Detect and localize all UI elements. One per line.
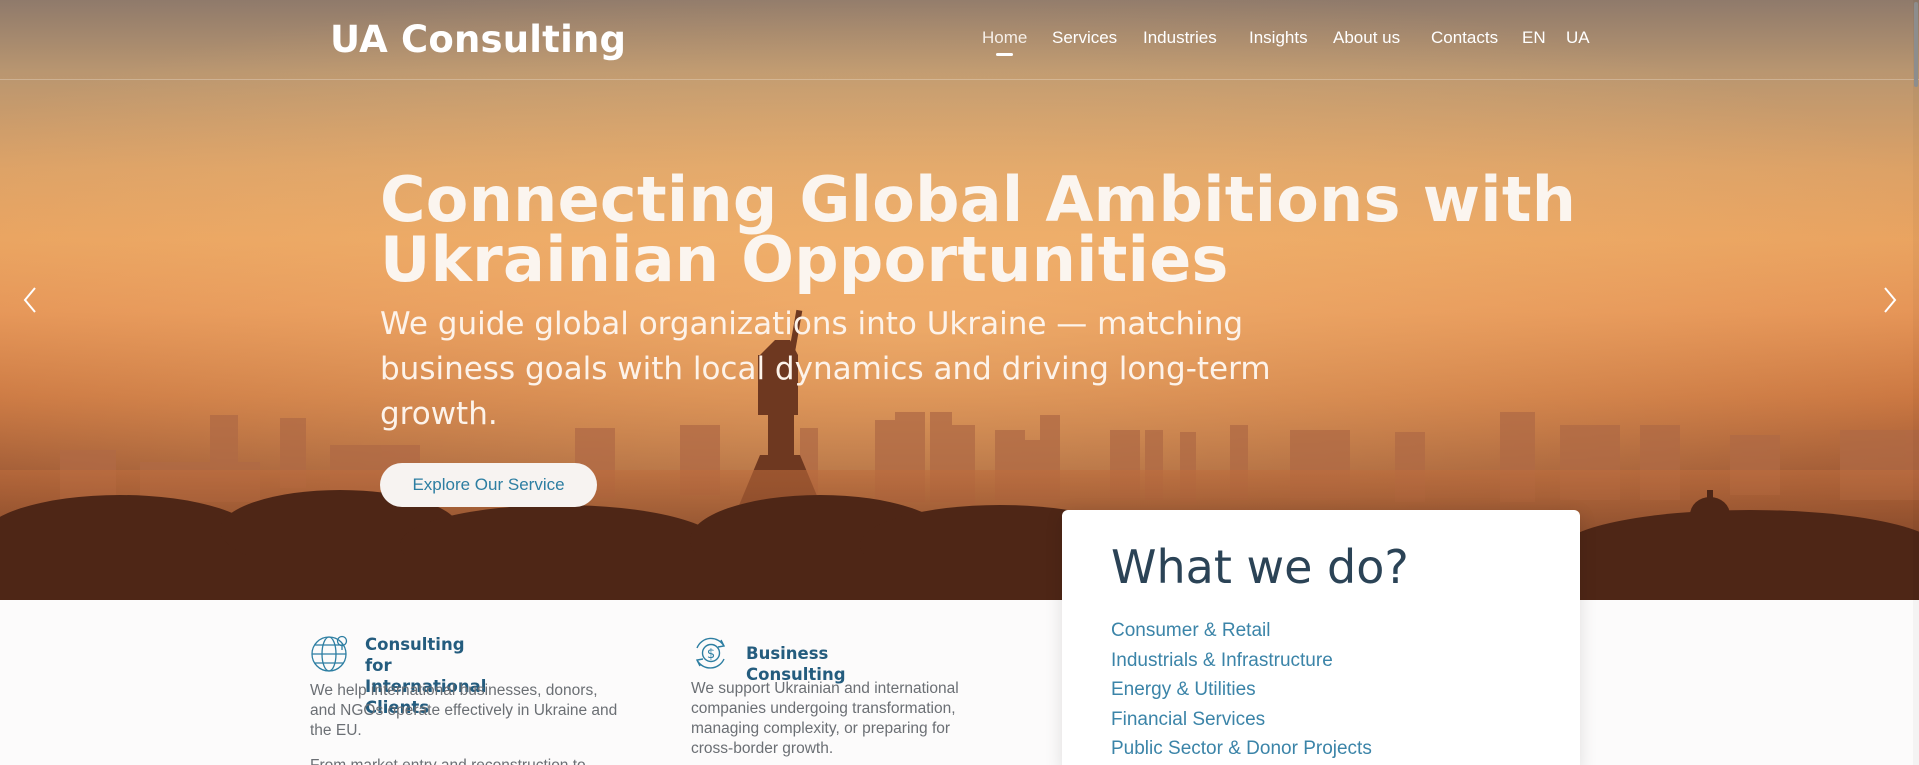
- nav-contacts[interactable]: Contacts: [1431, 28, 1498, 48]
- service-description-line: the EU.: [310, 722, 362, 739]
- globe-icon: [311, 635, 348, 672]
- main-nav: Home Services Industries Insights About …: [0, 28, 1919, 58]
- hero-subtitle-line: business goals with local dynamics and d…: [380, 351, 1271, 387]
- service-description: We help international businesses, donors…: [310, 681, 650, 741]
- nav-services[interactable]: Services: [1052, 28, 1117, 48]
- svg-text:$: $: [707, 647, 715, 662]
- service-description-line: companies undergoing transformation,: [691, 700, 956, 717]
- industry-link[interactable]: Financial Services: [1111, 705, 1372, 735]
- slider-prev-button[interactable]: [16, 285, 46, 315]
- hero-subtitle-line: We guide global organizations into Ukrai…: [380, 306, 1244, 342]
- top-navigation-bar: UA Consulting Home Services Industries I…: [0, 0, 1919, 80]
- industry-link[interactable]: Consumer & Retail: [1111, 616, 1372, 646]
- kyiv-skyline-image: [0, 0, 1919, 600]
- hero-title: Connecting Global Ambitions with Ukraini…: [380, 169, 1580, 291]
- service-more-text: From market entry and reconstruction to: [310, 756, 586, 765]
- hero-subtitle: We guide global organizations into Ukrai…: [380, 302, 1280, 437]
- what-we-do-panel: What we do? Consumer & Retail Industrial…: [1062, 510, 1580, 765]
- nav-about-us[interactable]: About us: [1333, 28, 1400, 48]
- chevron-left-icon: [23, 287, 36, 313]
- industry-link[interactable]: Public Sector & Donor Projects: [1111, 734, 1372, 764]
- nav-home[interactable]: Home: [982, 28, 1027, 56]
- explore-services-button[interactable]: Explore Our Service: [380, 463, 597, 507]
- scrollbar-thumb[interactable]: [1914, 2, 1918, 87]
- nav-insights[interactable]: Insights: [1249, 28, 1308, 48]
- industry-link[interactable]: Industrials & Infrastructure: [1111, 646, 1372, 676]
- service-description-line: cross-border growth.: [691, 740, 834, 757]
- hero-subtitle-line: growth.: [380, 396, 498, 432]
- chevron-right-icon: [1884, 287, 1897, 313]
- page-scrollbar[interactable]: [1913, 0, 1919, 765]
- what-we-do-heading: What we do?: [1111, 540, 1409, 594]
- nav-industries[interactable]: Industries: [1143, 28, 1217, 48]
- dollar-cycle-icon: $: [695, 637, 726, 669]
- slider-next-button[interactable]: [1874, 285, 1904, 315]
- service-description-line: We support Ukrainian and international: [691, 680, 959, 697]
- industry-link[interactable]: Energy & Utilities: [1111, 675, 1372, 705]
- hero-title-line: Ukrainian Opportunities: [380, 223, 1229, 296]
- service-description-line: managing complexity, or preparing for: [691, 720, 951, 737]
- lang-en[interactable]: EN: [1522, 28, 1546, 48]
- service-description-line: We help international businesses, donors…: [310, 682, 598, 699]
- industries-list: Consumer & Retail Industrials & Infrastr…: [1111, 616, 1372, 764]
- service-description-line: and NGOs operate effectively in Ukraine …: [310, 702, 618, 719]
- lang-ua[interactable]: UA: [1566, 28, 1590, 48]
- hero-banner: UA Consulting Home Services Industries I…: [0, 0, 1919, 600]
- service-description: We support Ukrainian and international c…: [691, 679, 1011, 759]
